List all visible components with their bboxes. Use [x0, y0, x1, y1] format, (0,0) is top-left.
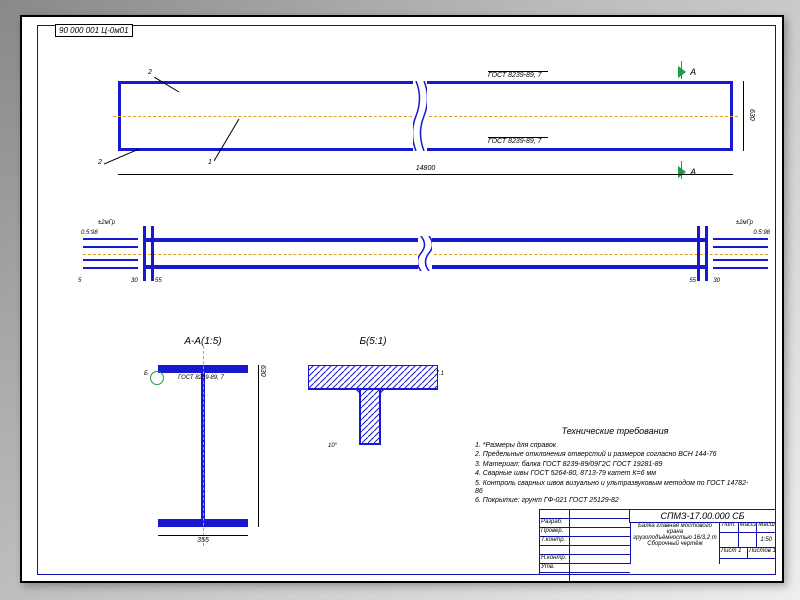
- sheets-total: Листов 1: [748, 548, 775, 558]
- titleblock-right-col: Лит. Масса Масштаб 1:50 Лист 1 Листов 1: [720, 522, 775, 574]
- row-razrab: Разраб.: [540, 519, 570, 527]
- side-dim-c: 30: [131, 278, 138, 284]
- row-nkontr: Н.контр.: [540, 555, 570, 563]
- section-arrow-icon: [678, 66, 686, 78]
- section-b-title: Б(5:1): [308, 336, 438, 347]
- lit-label: Лит.: [720, 522, 739, 532]
- gost-label-top: ГОСТ 8239-89, 7: [488, 71, 548, 79]
- aa-height-dim: 630: [258, 365, 266, 527]
- title-block: СПМЗ-17.00.000 СБ Разраб. Провер. Т.конт…: [539, 509, 775, 574]
- side-dim-d-r: 55: [689, 278, 696, 284]
- row-tkontr: Т.контр.: [540, 537, 570, 545]
- side-tag-right: ±2мГр: [736, 220, 753, 226]
- section-a-a: А-А(1:5) Б ГОСТ 8239-89, 7 355 630: [158, 351, 248, 541]
- desc-l1: Балка главная мостового крана: [633, 523, 717, 535]
- titleblock-description: Балка главная мостового крана грузоподъё…: [630, 522, 720, 564]
- drawing-code-box: 90 000 001 Ц-0м01: [55, 24, 133, 37]
- item-2a-text: 2: [148, 69, 152, 76]
- section-a-top-text: A: [690, 67, 696, 77]
- side-dim-b: 5: [78, 278, 81, 284]
- end-plate-r1: [705, 226, 708, 281]
- titleblock-left-grid: Разраб. Провер. Т.контр. Н.контр. Утв.: [540, 510, 630, 574]
- side-break: [418, 236, 432, 271]
- techreq-line-4: 4. Сварные швы ГОСТ 5264-80, 8713-79 кат…: [475, 470, 755, 478]
- side-tag-left: ±2мГр: [98, 220, 115, 226]
- scale-value: 1:50: [757, 533, 775, 547]
- side-dim-d: 55: [155, 278, 162, 284]
- dim-length: 14800: [118, 174, 733, 182]
- mass-label: Масса: [739, 522, 758, 532]
- dim-length-text: 14800: [413, 165, 438, 172]
- techreq-line-5: 5. Контроль сварных швов визуально и уль…: [475, 480, 755, 497]
- end-plate-l1: [143, 226, 146, 281]
- row-prov: Провер.: [540, 528, 570, 536]
- item-1-text: 1: [208, 159, 212, 166]
- techreq-line-1: 1. *Размеры для справок: [475, 442, 755, 450]
- break-line-left: [413, 81, 427, 151]
- b-dim1: 7.1: [436, 371, 444, 377]
- techreq-line-6: 6. Покрытие: грунт ГФ-021 ГОСТ 25129-82: [475, 497, 755, 505]
- side-dim-c-r: 30: [713, 278, 720, 284]
- inner-frame: 90 000 001 Ц-0м01 2 ГОСТ 8239-89, 7 ГОСТ…: [37, 25, 776, 575]
- dim-height-text: 630: [748, 109, 755, 121]
- techreq-header: Технические требования: [475, 426, 755, 436]
- end-plate-r2: [697, 226, 700, 281]
- section-b: Б(5:1) 7.1 10°: [308, 351, 438, 461]
- aa-gost: ГОСТ 8239-89, 7: [178, 375, 224, 381]
- technical-requirements: Технические требования 1. *Размеры для с…: [475, 426, 755, 507]
- row-utv: Утв.: [540, 564, 570, 572]
- techreq-line-2: 2. Предельные отклонения отверстий и раз…: [475, 451, 755, 459]
- item-2-label-a: 2: [148, 69, 152, 76]
- side-tag-left2: 0.5:98: [81, 230, 98, 236]
- b-mark: Б: [144, 371, 148, 377]
- item-2-label-b: 2: [98, 159, 102, 166]
- side-tag-right2: 0.5:98: [753, 230, 770, 236]
- gost-label-bot: ГОСТ 8239-89, 7: [488, 137, 548, 145]
- section-a-mark-top: A: [678, 66, 694, 80]
- hatch-icon: [308, 365, 438, 455]
- beam-top-view: 2 ГОСТ 8239-89, 7 ГОСТ 8239-89, 7 2 1: [118, 81, 733, 151]
- b-angle: 10°: [328, 443, 337, 449]
- scale-label: Масштаб: [757, 522, 775, 532]
- end-plate-l2: [151, 226, 154, 281]
- sheet-num: Лист 1: [720, 548, 748, 558]
- aa-height-text: 630: [259, 365, 266, 377]
- desc-l3: Сборочный чертёж: [633, 541, 717, 547]
- techreq-line-3: 3. Материал: балка ГОСТ 8239-89/09Г2С ГО…: [475, 461, 755, 469]
- item-2b-text: 2: [98, 159, 102, 166]
- aa-width-text: 355: [197, 537, 209, 544]
- beam-side-view: ±2мГр 0.5:98 5 30 55 ±2мГр 0.5:98 30 55: [83, 226, 768, 281]
- drawing-sheet: 90 000 001 Ц-0м01 2 ГОСТ 8239-89, 7 ГОСТ…: [20, 15, 784, 583]
- gost-bot-text: ГОСТ 8239-89, 7: [488, 138, 542, 145]
- dim-height: 630: [743, 81, 744, 151]
- detail-circle-icon: [150, 371, 164, 385]
- aa-width-dim: 355: [158, 535, 248, 543]
- item-1-label: 1: [208, 159, 212, 166]
- gost-top-text: ГОСТ 8239-89, 7: [488, 72, 542, 79]
